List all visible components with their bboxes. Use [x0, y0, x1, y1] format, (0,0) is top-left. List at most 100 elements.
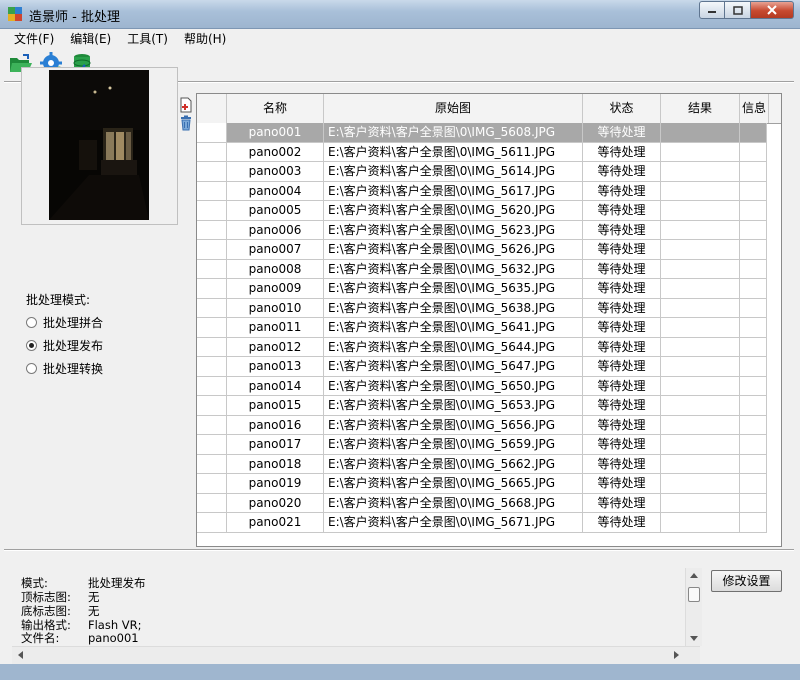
row-status-cell: 等待处理: [583, 142, 661, 162]
table-row[interactable]: pano005 E:\客户资料\客户全景图\0\IMG_5620.JPG 等待处理: [197, 201, 767, 221]
radio-batch-stitch[interactable]: 批处理拼合: [26, 313, 103, 331]
row-result-cell: [661, 142, 740, 162]
row-name-cell: pano010: [227, 298, 324, 318]
row-result-cell: [661, 376, 740, 396]
row-result-cell: [661, 201, 740, 221]
row-info-cell: [740, 220, 767, 240]
menu-file[interactable]: 文件(F): [6, 30, 62, 48]
table-row[interactable]: pano018 E:\客户资料\客户全景图\0\IMG_5662.JPG 等待处理: [197, 454, 767, 474]
table-row[interactable]: pano019 E:\客户资料\客户全景图\0\IMG_5665.JPG 等待处理: [197, 474, 767, 494]
row-source-cell: E:\客户资料\客户全景图\0\IMG_5632.JPG: [324, 259, 583, 279]
close-button[interactable]: [751, 1, 794, 19]
row-index-cell: [197, 259, 227, 279]
table-row[interactable]: pano007 E:\客户资料\客户全景图\0\IMG_5626.JPG 等待处理: [197, 240, 767, 260]
table-row[interactable]: pano004 E:\客户资料\客户全景图\0\IMG_5617.JPG 等待处理: [197, 181, 767, 201]
column-header-info[interactable]: 信息: [740, 94, 769, 123]
row-status-cell: 等待处理: [583, 298, 661, 318]
batch-task-table[interactable]: 名称 原始图 状态 结果 信息 pano001 E:\客户资料\客户全景图\0\I…: [196, 93, 782, 547]
info-row-filename: 文件名: pano001: [21, 631, 139, 645]
radio-batch-convert-circle[interactable]: [26, 362, 37, 374]
window-title: 造景师 - 批处理: [29, 10, 120, 25]
app-icon: [7, 6, 23, 22]
info-vertical-scrollbar[interactable]: [685, 568, 702, 646]
modify-settings-button[interactable]: 修改设置: [711, 570, 782, 592]
row-name-cell: pano016: [227, 415, 324, 435]
maximize-button[interactable]: [725, 1, 751, 19]
scroll-right-icon[interactable]: [674, 651, 680, 659]
delete-button[interactable]: [178, 115, 194, 131]
row-source-cell: E:\客户资料\客户全景图\0\IMG_5659.JPG: [324, 435, 583, 455]
table-row[interactable]: pano012 E:\客户资料\客户全景图\0\IMG_5644.JPG 等待处理: [197, 337, 767, 357]
row-name-cell: pano008: [227, 259, 324, 279]
row-index-cell: [197, 181, 227, 201]
row-name-cell: pano009: [227, 279, 324, 299]
table-row[interactable]: pano010 E:\客户资料\客户全景图\0\IMG_5638.JPG 等待处理: [197, 298, 767, 318]
table-row[interactable]: pano001 E:\客户资料\客户全景图\0\IMG_5608.JPG 等待处理: [197, 123, 767, 143]
radio-batch-publish-circle[interactable]: [26, 339, 37, 351]
row-name-cell: pano017: [227, 435, 324, 455]
row-result-cell: [661, 279, 740, 299]
scroll-left-icon[interactable]: [17, 651, 23, 659]
table-row[interactable]: pano016 E:\客户资料\客户全景图\0\IMG_5656.JPG 等待处理: [197, 415, 767, 435]
info-value: 无: [88, 590, 100, 604]
scrollbar-thumb[interactable]: [688, 587, 700, 602]
row-name-cell: pano002: [227, 142, 324, 162]
info-horizontal-scrollbar[interactable]: [12, 646, 700, 664]
table-row[interactable]: pano013 E:\客户资料\客户全景图\0\IMG_5647.JPG 等待处理: [197, 357, 767, 377]
row-status-cell: 等待处理: [583, 493, 661, 513]
row-status-cell: 等待处理: [583, 513, 661, 533]
table-row[interactable]: pano015 E:\客户资料\客户全景图\0\IMG_5653.JPG 等待处理: [197, 396, 767, 416]
table-row[interactable]: pano011 E:\客户资料\客户全景图\0\IMG_5641.JPG 等待处理: [197, 318, 767, 338]
room-preview-image: [49, 70, 149, 220]
row-result-cell: [661, 162, 740, 182]
menu-help[interactable]: 帮助(H): [176, 30, 234, 48]
row-source-cell: E:\客户资料\客户全景图\0\IMG_5623.JPG: [324, 220, 583, 240]
table-row[interactable]: pano014 E:\客户资料\客户全景图\0\IMG_5650.JPG 等待处理: [197, 376, 767, 396]
table-row[interactable]: pano008 E:\客户资料\客户全景图\0\IMG_5632.JPG 等待处理: [197, 259, 767, 279]
menu-tools[interactable]: 工具(T): [119, 30, 176, 48]
table-row[interactable]: pano009 E:\客户资料\客户全景图\0\IMG_5635.JPG 等待处理: [197, 279, 767, 299]
info-row-mode: 模式: 批处理发布: [21, 576, 146, 590]
row-index-cell: [197, 162, 227, 182]
settings-summary-panel: 模式: 批处理发布 顶标志图: 无 底标志图: 无 输出格式: Flash VR; 文件…: [12, 564, 700, 646]
row-status-cell: 等待处理: [583, 123, 661, 143]
info-row-top-logo: 顶标志图: 无: [21, 590, 100, 604]
row-source-cell: E:\客户资料\客户全景图\0\IMG_5611.JPG: [324, 142, 583, 162]
column-header-source[interactable]: 原始图: [324, 94, 583, 123]
row-source-cell: E:\客户资料\客户全景图\0\IMG_5641.JPG: [324, 318, 583, 338]
row-status-cell: 等待处理: [583, 454, 661, 474]
row-result-cell: [661, 337, 740, 357]
row-source-cell: E:\客户资料\客户全景图\0\IMG_5656.JPG: [324, 415, 583, 435]
row-info-cell: [740, 298, 767, 318]
table-row[interactable]: pano003 E:\客户资料\客户全景图\0\IMG_5614.JPG 等待处理: [197, 162, 767, 182]
menu-edit[interactable]: 编辑(E): [62, 30, 119, 48]
radio-batch-convert[interactable]: 批处理转换: [26, 359, 103, 377]
row-index-cell: [197, 513, 227, 533]
row-source-cell: E:\客户资料\客户全景图\0\IMG_5608.JPG: [324, 123, 583, 143]
row-name-cell: pano013: [227, 357, 324, 377]
window-controls: [699, 1, 794, 20]
column-header-name[interactable]: 名称: [227, 94, 324, 123]
table-row[interactable]: pano017 E:\客户资料\客户全景图\0\IMG_5659.JPG 等待处理: [197, 435, 767, 455]
row-index-cell: [197, 493, 227, 513]
column-header-index[interactable]: [197, 94, 227, 123]
table-row[interactable]: pano020 E:\客户资料\客户全景图\0\IMG_5668.JPG 等待处理: [197, 493, 767, 513]
table-row[interactable]: pano002 E:\客户资料\客户全景图\0\IMG_5611.JPG 等待处理: [197, 142, 767, 162]
scroll-up-icon[interactable]: [690, 572, 698, 578]
row-result-cell: [661, 220, 740, 240]
row-index-cell: [197, 220, 227, 240]
radio-batch-publish[interactable]: 批处理发布: [26, 336, 103, 354]
row-source-cell: E:\客户资料\客户全景图\0\IMG_5614.JPG: [324, 162, 583, 182]
scroll-down-icon[interactable]: [690, 636, 698, 642]
column-header-result[interactable]: 结果: [661, 94, 740, 123]
table-row[interactable]: pano021 E:\客户资料\客户全景图\0\IMG_5671.JPG 等待处理: [197, 513, 767, 533]
row-status-cell: 等待处理: [583, 279, 661, 299]
column-header-status[interactable]: 状态: [583, 94, 661, 123]
row-info-cell: [740, 201, 767, 221]
info-key: 顶标志图:: [21, 590, 71, 604]
radio-batch-stitch-circle[interactable]: [26, 316, 37, 328]
minimize-button[interactable]: [699, 1, 725, 19]
add-file-button[interactable]: [178, 97, 194, 113]
left-pane: 批处理模式:: [12, 59, 192, 519]
table-row[interactable]: pano006 E:\客户资料\客户全景图\0\IMG_5623.JPG 等待处理: [197, 220, 767, 240]
